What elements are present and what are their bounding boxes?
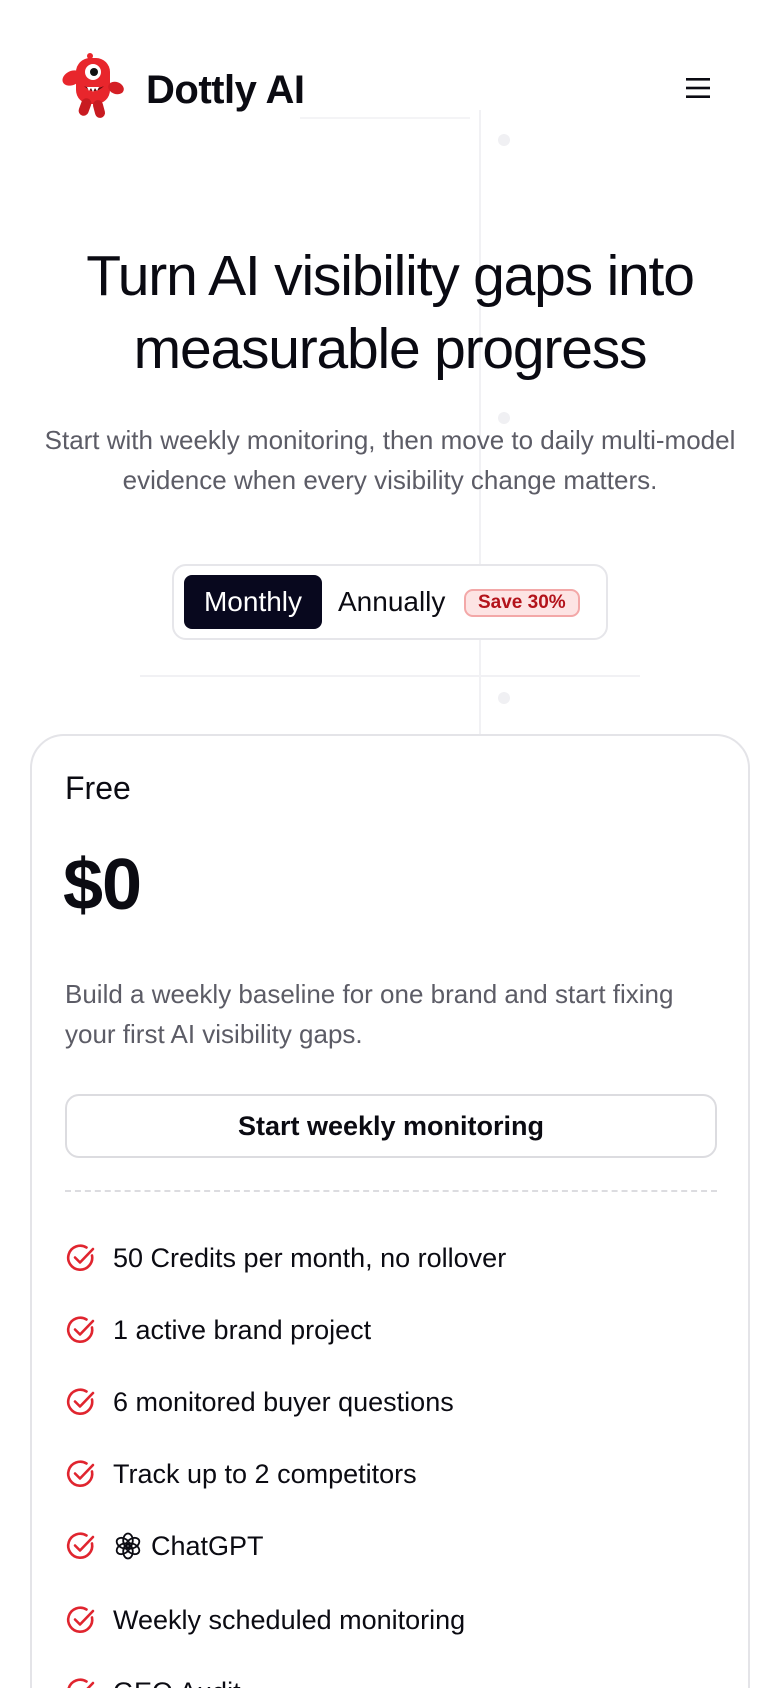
check-circle-icon <box>66 1460 95 1487</box>
feature-text: Weekly scheduled monitoring <box>113 1605 466 1635</box>
check-circle-icon <box>66 1316 95 1343</box>
feature-item: 6 monitored buyer questions <box>65 1370 717 1442</box>
feature-text-with-icon: ChatGPT <box>113 1528 264 1564</box>
save-badge: Save 30% <box>464 589 580 617</box>
pricing-card-free: Free $0 Build a weekly baseline for one … <box>30 734 750 1688</box>
feature-item: ChatGPT <box>65 1514 717 1586</box>
check-circle-icon <box>66 1532 95 1559</box>
toggle-monthly[interactable]: Monthly <box>184 575 322 629</box>
feature-text: 50 Credits per month, no rollover <box>113 1243 507 1273</box>
brand-name[interactable]: Dottly AI <box>146 64 305 116</box>
logo-icon[interactable] <box>50 52 130 124</box>
divider <box>65 1190 717 1192</box>
check-circle-icon <box>67 1678 95 1688</box>
feature-item: GEO Audit <box>65 1660 717 1688</box>
feature-text: ChatGPT <box>151 1531 264 1561</box>
start-monitoring-button[interactable]: Start weekly monitoring <box>65 1094 717 1158</box>
page-subtitle: Start with weekly monitoring, then move … <box>44 425 736 495</box>
plan-price: $0 <box>63 845 142 925</box>
toggle-annually[interactable]: Annually <box>338 575 445 629</box>
billing-toggle: Monthly Annually Save 30% <box>172 564 608 640</box>
check-circle-icon <box>66 1606 95 1633</box>
check-circle-icon <box>66 1244 95 1271</box>
menu-button[interactable] <box>680 70 716 106</box>
feature-item: Track up to 2 competitors <box>65 1442 717 1514</box>
feature-text: 1 active brand project <box>113 1315 372 1345</box>
feature-list: 50 Credits per month, no rollover 1 acti… <box>65 1226 717 1688</box>
hamburger-menu-icon <box>686 78 710 98</box>
feature-text: GEO Audit <box>113 1674 241 1688</box>
page-title: Turn AI visibility gaps into measurable … <box>86 244 695 381</box>
plan-name: Free <box>65 770 131 806</box>
chatgpt-icon <box>115 1532 141 1560</box>
feature-item: 50 Credits per month, no rollover <box>65 1226 717 1298</box>
check-circle-icon <box>66 1388 95 1415</box>
feature-text: 6 monitored buyer questions <box>113 1387 454 1417</box>
feature-text: Track up to 2 competitors <box>113 1459 417 1489</box>
site-header: Dottly AI <box>0 0 780 180</box>
plan-description: Build a weekly baseline for one brand an… <box>65 979 674 1049</box>
feature-item: Weekly scheduled monitoring <box>65 1586 717 1660</box>
feature-item: 1 active brand project <box>65 1298 717 1370</box>
